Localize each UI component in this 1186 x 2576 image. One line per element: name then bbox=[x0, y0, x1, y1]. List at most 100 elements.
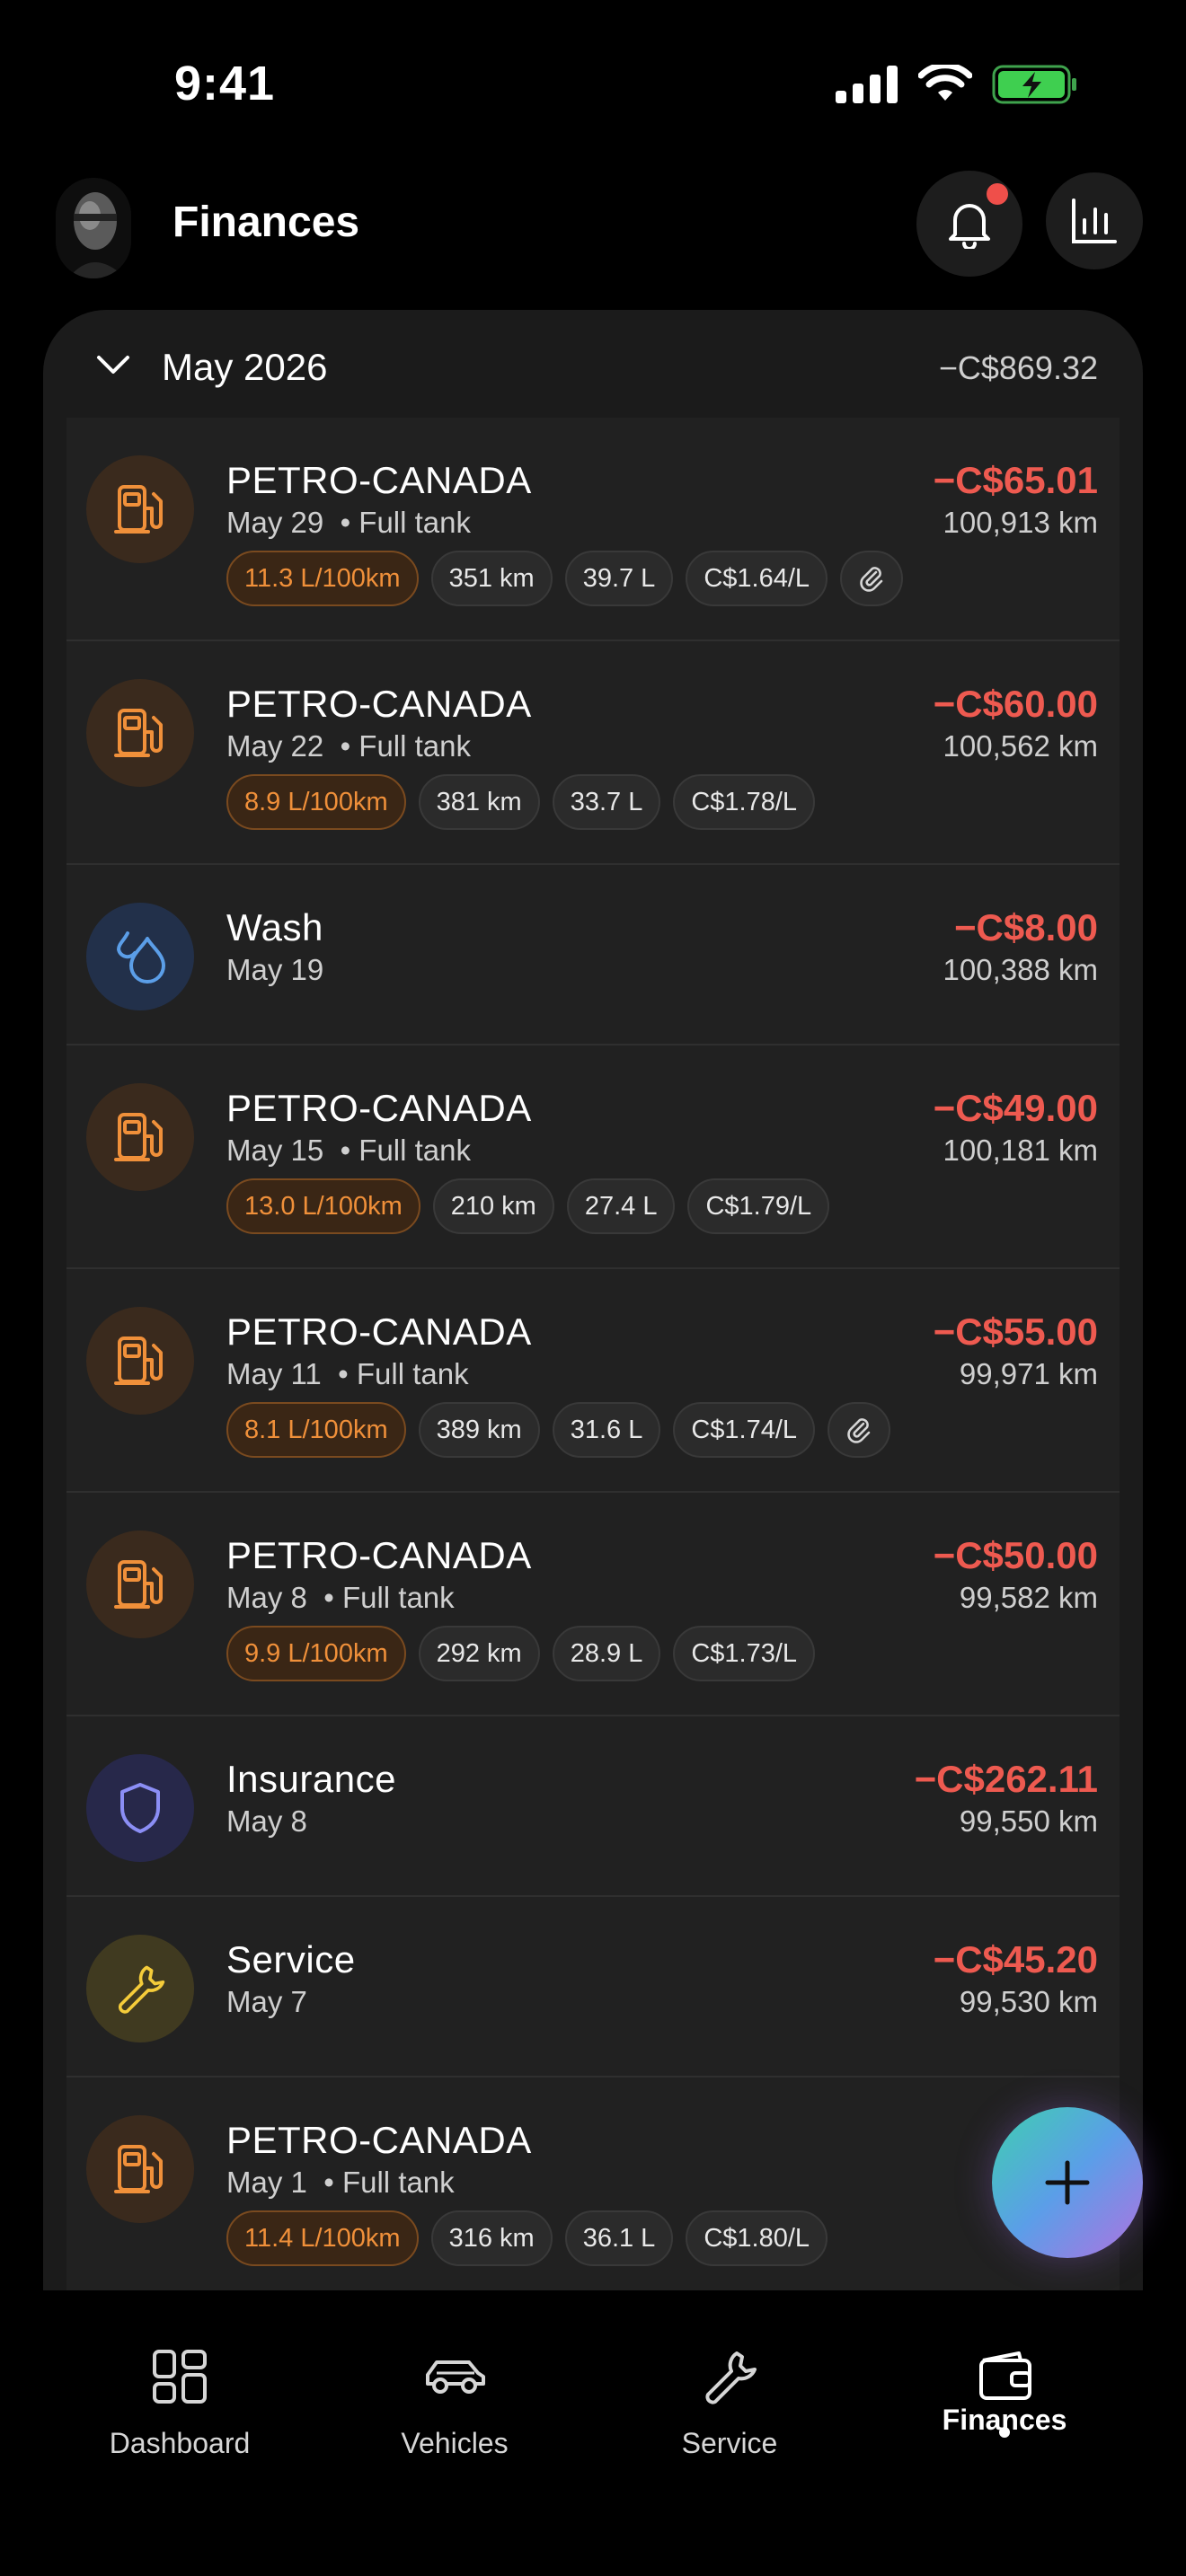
page-title: Finances bbox=[173, 198, 360, 246]
fill-type: • Full tank bbox=[340, 1134, 472, 1167]
avatar[interactable] bbox=[56, 178, 131, 278]
chevron-down-icon bbox=[97, 356, 129, 374]
notifications-button[interactable] bbox=[916, 171, 1022, 277]
transaction-row[interactable]: PETRO-CANADA May 8 • Full tank −C$50.00 99,… bbox=[66, 1493, 1120, 1716]
entry-date: May 1 bbox=[226, 2166, 307, 2199]
month-total: −C$869.32 bbox=[938, 349, 1098, 386]
attachment-chip[interactable] bbox=[828, 1402, 891, 1458]
entry-amount: −C$262.11 bbox=[914, 1758, 1098, 1800]
price-chip: C$1.78/L bbox=[673, 774, 816, 830]
transaction-row[interactable]: PETRO-CANADA May 29 • Full tank −C$65.01 10… bbox=[66, 418, 1120, 641]
entry-odometer: 100,181 km bbox=[943, 1134, 1098, 1167]
entry-odometer: 100,562 km bbox=[943, 729, 1098, 763]
price-chip: C$1.73/L bbox=[673, 1626, 816, 1681]
fill-type: • Full tank bbox=[338, 1357, 469, 1390]
entry-subtitle: May 7 bbox=[226, 1985, 307, 2019]
header: Finances bbox=[0, 171, 1186, 305]
volume-chip: 27.4 L bbox=[566, 1178, 676, 1234]
volume-chip: 36.1 L bbox=[564, 2210, 674, 2266]
statistics-button[interactable] bbox=[1046, 172, 1143, 269]
wallet-icon bbox=[979, 2351, 1031, 2400]
fill-type: • Full tank bbox=[323, 2166, 455, 2199]
efficiency-chip: 11.4 L/100km bbox=[226, 2210, 419, 2266]
category-icon-badge bbox=[86, 1083, 194, 1191]
entry-title: PETRO-CANADA bbox=[226, 1087, 532, 1129]
tab-label: Dashboard bbox=[109, 2427, 251, 2459]
entry-odometer: 99,530 km bbox=[959, 1985, 1098, 2018]
tab-finances[interactable]: Finances bbox=[897, 2341, 1112, 2438]
entry-amount: −C$55.00 bbox=[933, 1310, 1098, 1353]
entry-subtitle: May 19 bbox=[226, 953, 323, 987]
entry-title: Insurance bbox=[226, 1758, 396, 1800]
battery-icon bbox=[992, 65, 1076, 104]
fuel-stats: 11.3 L/100km 351 km 39.7 L C$1.64/L bbox=[226, 551, 904, 606]
fill-type: • Full tank bbox=[323, 1581, 455, 1614]
entry-amount: −C$45.20 bbox=[933, 1938, 1098, 1981]
fill-type: • Full tank bbox=[340, 506, 472, 539]
category-icon-badge bbox=[86, 1307, 194, 1415]
attachment-chip[interactable] bbox=[840, 551, 904, 606]
status-bar: 9:41 bbox=[0, 0, 1186, 171]
entry-date: May 22 bbox=[226, 729, 324, 763]
entry-date: May 7 bbox=[226, 1985, 307, 2018]
entry-date: May 15 bbox=[226, 1134, 324, 1167]
transaction-row[interactable]: PETRO-CANADAMay 1 • Full tank−C$699,11.4… bbox=[66, 2078, 1120, 2290]
price-chip: C$1.64/L bbox=[686, 551, 828, 606]
entry-title: PETRO-CANADA bbox=[226, 1534, 532, 1576]
distance-chip: 381 km bbox=[418, 774, 540, 830]
transaction-row[interactable]: Insurance May 8 −C$262.11 99,550 km bbox=[66, 1716, 1120, 1897]
entry-date: May 8 bbox=[226, 1804, 307, 1838]
plus-icon bbox=[1045, 2160, 1090, 2205]
tab-label: Service bbox=[681, 2427, 778, 2459]
add-entry-button[interactable] bbox=[992, 2107, 1143, 2258]
entry-subtitle: May 15 • Full tank bbox=[226, 1134, 471, 1168]
distance-chip: 389 km bbox=[418, 1402, 540, 1458]
volume-chip: 31.6 L bbox=[552, 1402, 661, 1458]
transaction-row[interactable]: Service May 7 −C$45.20 99,530 km bbox=[66, 1897, 1120, 2078]
fuel-pump-icon bbox=[114, 1113, 163, 1161]
bar-chart-icon bbox=[1072, 198, 1117, 243]
tab-dashboard[interactable]: Dashboard bbox=[72, 2341, 288, 2460]
volume-chip: 39.7 L bbox=[564, 551, 674, 606]
efficiency-chip: 11.3 L/100km bbox=[226, 551, 419, 606]
wrench-icon bbox=[705, 2351, 757, 2404]
active-tab-indicator bbox=[999, 2427, 1010, 2438]
transaction-row[interactable]: PETRO-CANADA May 22 • Full tank −C$60.00 10… bbox=[66, 641, 1120, 865]
fuel-pump-icon bbox=[114, 2145, 163, 2193]
entry-odometer: 100,913 km bbox=[943, 506, 1098, 539]
fuel-pump-icon bbox=[114, 1337, 163, 1385]
entry-amount: −C$49.00 bbox=[933, 1087, 1098, 1129]
transaction-row[interactable]: PETRO-CANADA May 11 • Full tank −C$55.00 99… bbox=[66, 1269, 1120, 1493]
distance-chip: 316 km bbox=[430, 2210, 553, 2266]
fuel-stats: 11.4 L/100km 316 km 36.1 L C$1.80/L bbox=[226, 2210, 828, 2266]
shield-icon bbox=[120, 1783, 160, 1833]
distance-chip: 351 km bbox=[430, 551, 553, 606]
entry-odometer: 99,582 km bbox=[959, 1581, 1098, 1614]
category-icon-badge bbox=[86, 1754, 194, 1862]
entry-date: May 8 bbox=[226, 1581, 307, 1614]
wifi-icon bbox=[918, 65, 972, 101]
notification-dot bbox=[987, 183, 1008, 205]
price-chip: C$1.74/L bbox=[673, 1402, 816, 1458]
car-icon bbox=[426, 2360, 485, 2394]
entry-date: May 29 bbox=[226, 506, 324, 539]
fuel-stats: 9.9 L/100km 292 km 28.9 L C$1.73/L bbox=[226, 1626, 816, 1681]
wrench-icon bbox=[118, 1965, 165, 2014]
entry-amount: −C$65.01 bbox=[933, 459, 1098, 501]
entry-title: PETRO-CANADA bbox=[226, 2119, 532, 2161]
entry-title: PETRO-CANADA bbox=[226, 683, 532, 725]
distance-chip: 292 km bbox=[418, 1626, 540, 1681]
fuel-stats: 8.9 L/100km 381 km 33.7 L C$1.78/L bbox=[226, 774, 816, 830]
paperclip-icon bbox=[860, 567, 883, 592]
signal-icon bbox=[836, 66, 898, 103]
transaction-row[interactable]: PETRO-CANADA May 15 • Full tank −C$49.00 10… bbox=[66, 1045, 1120, 1269]
transaction-list: PETRO-CANADA May 29 • Full tank −C$65.01 10… bbox=[66, 418, 1120, 2290]
entry-title: PETRO-CANADA bbox=[226, 459, 532, 501]
transaction-row[interactable]: Wash May 19 −C$8.00 100,388 km bbox=[66, 865, 1120, 1045]
efficiency-chip: 13.0 L/100km bbox=[226, 1178, 420, 1234]
tab-vehicles[interactable]: Vehicles bbox=[347, 2341, 562, 2460]
month-group-header[interactable]: May 2026 −C$869.32 bbox=[43, 310, 1143, 418]
entry-amount: −C$50.00 bbox=[933, 1534, 1098, 1576]
tab-service[interactable]: Service bbox=[622, 2341, 837, 2460]
fuel-pump-icon bbox=[114, 709, 163, 757]
